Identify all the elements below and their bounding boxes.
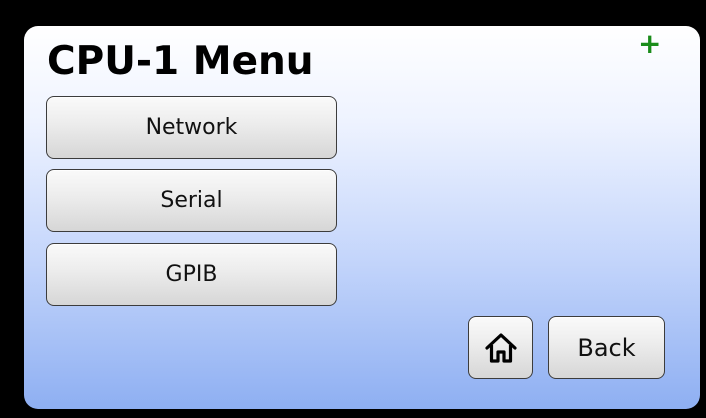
gpib-button[interactable]: GPIB [46,243,337,306]
home-button[interactable] [468,316,533,379]
home-icon [483,330,519,366]
menu-screen: CPU-1 Menu + Network Serial GPIB Back [24,26,700,409]
back-button[interactable]: Back [548,316,665,379]
page-title: CPU-1 Menu [47,39,314,84]
network-button[interactable]: Network [46,96,337,159]
status-plus-indicator: + [638,27,662,60]
serial-button[interactable]: Serial [46,169,337,232]
